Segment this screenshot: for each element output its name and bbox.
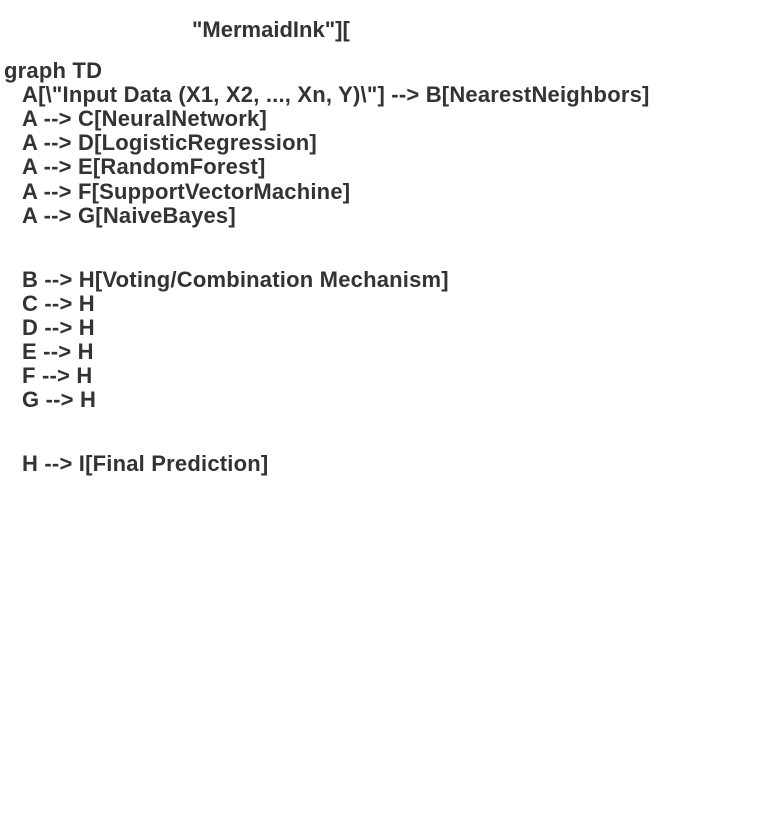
blank-line <box>4 228 764 268</box>
code-line: A[\"Input Data (X1, X2, ..., Xn, Y)\"] -… <box>4 83 764 106</box>
blank-line <box>4 412 764 452</box>
code-block: graph TD A[\"Input Data (X1, X2, ..., Xn… <box>2 59 764 475</box>
code-line: H --> I[Final Prediction] <box>4 452 764 475</box>
code-line: G --> H <box>4 388 764 411</box>
code-line: F --> H <box>4 364 764 387</box>
header-string: "MermaidInk" <box>192 17 335 42</box>
code-line: D --> H <box>4 316 764 339</box>
code-line: A --> E[RandomForest] <box>4 155 764 178</box>
code-line: A --> F[SupportVectorMachine] <box>4 180 764 203</box>
code-line: A --> C[NeuralNetwork] <box>4 107 764 130</box>
graph-declaration: graph TD <box>4 59 764 82</box>
code-line: A --> D[LogisticRegression] <box>4 131 764 154</box>
function-call-header: "MermaidInk"][ <box>2 18 764 41</box>
header-tail: ][ <box>335 17 350 42</box>
code-line: E --> H <box>4 340 764 363</box>
code-line: B --> H[Voting/Combination Mechanism] <box>4 268 764 291</box>
edges-group-1: A[\"Input Data (X1, X2, ..., Xn, Y)\"] -… <box>4 83 764 227</box>
edges-group-3: H --> I[Final Prediction] <box>4 452 764 475</box>
code-line: A --> G[NaiveBayes] <box>4 204 764 227</box>
edges-group-2: B --> H[Voting/Combination Mechanism]C -… <box>4 268 764 412</box>
code-line: C --> H <box>4 292 764 315</box>
